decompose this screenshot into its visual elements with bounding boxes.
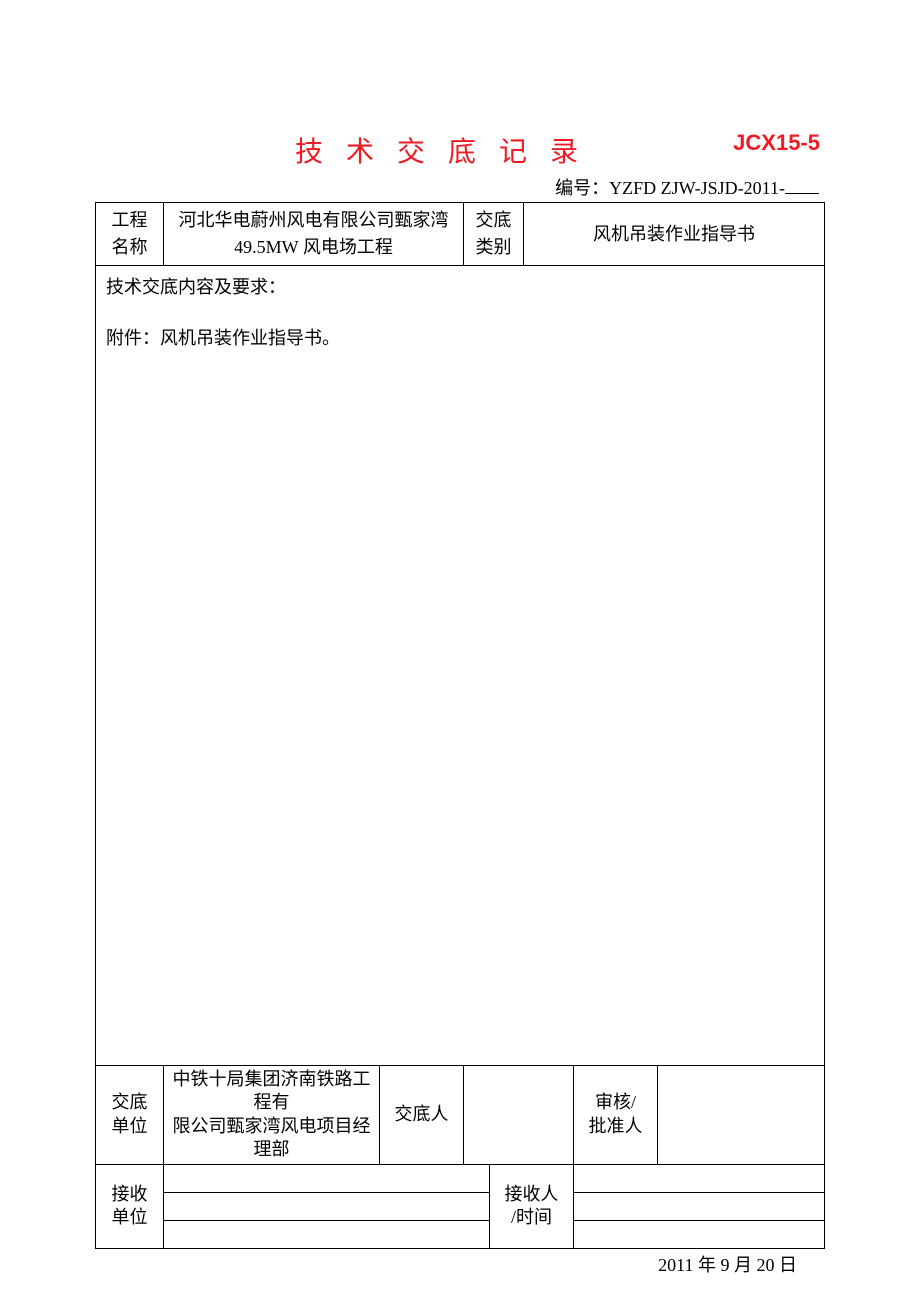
header-row: 技 术 交 底 记 录 JCX15-5 xyxy=(95,130,825,170)
deliver-unit-value-line1: 中铁十局集团济南铁路工程有 xyxy=(168,1068,375,1115)
approve-value xyxy=(658,1066,825,1164)
category-label-line1: 交底 xyxy=(470,207,517,234)
receive-person-label-line1: 接收人 xyxy=(494,1183,569,1206)
deliver-unit-value-line2: 限公司甄家湾风电项目经理部 xyxy=(168,1115,375,1162)
requirements-label: 技术交底内容及要求： xyxy=(106,274,814,301)
approve-label-line2: 批准人 xyxy=(578,1115,653,1138)
date-line: 2011 年 9 月 20 日 xyxy=(95,1251,825,1277)
receive-unit-value-1 xyxy=(164,1165,490,1193)
serial-blank xyxy=(785,176,819,194)
deliver-unit-label-line2: 单位 xyxy=(100,1115,159,1138)
content-body-cell: 技术交底内容及要求： 附件：风机吊装作业指导书。 xyxy=(96,266,825,1066)
approve-label: 审核/ 批准人 xyxy=(574,1066,658,1164)
receive-unit-label-line2: 单位 xyxy=(100,1206,159,1229)
deliver-unit-label-line1: 交底 xyxy=(100,1091,159,1114)
form-code: JCX15-5 xyxy=(733,130,820,156)
serial-number-row: 编号：YZFD ZJW-JSJD-2011- xyxy=(95,174,821,200)
receiver-table: 接收 单位 接收人 /时间 xyxy=(95,1165,825,1250)
receive-unit-label: 接收 单位 xyxy=(96,1165,164,1249)
category-label-line2: 类别 xyxy=(470,234,517,261)
project-name-value: 河北华电蔚州风电有限公司甄家湾 49.5MW 风电场工程 xyxy=(164,203,464,266)
receive-person-value-2 xyxy=(574,1193,825,1221)
deliver-person-value xyxy=(464,1066,574,1164)
receive-unit-label-line1: 接收 xyxy=(100,1183,159,1206)
project-name-label-line1: 工程 xyxy=(102,207,157,234)
receive-person-label: 接收人 /时间 xyxy=(490,1165,574,1249)
category-label: 交底 类别 xyxy=(464,203,524,266)
deliver-person-label: 交底人 xyxy=(380,1066,464,1164)
project-name-label-line2: 名称 xyxy=(102,234,157,261)
receive-unit-value-2 xyxy=(164,1193,490,1221)
receive-unit-value-3 xyxy=(164,1221,490,1249)
project-name-line2: 49.5MW 风电场工程 xyxy=(170,234,457,261)
project-name-label: 工程 名称 xyxy=(96,203,164,266)
receive-person-value-1 xyxy=(574,1165,825,1193)
header-info-row: 工程 名称 河北华电蔚州风电有限公司甄家湾 49.5MW 风电场工程 交底 类别… xyxy=(96,203,825,266)
receive-person-label-line2: /时间 xyxy=(494,1206,569,1229)
category-value: 风机吊装作业指导书 xyxy=(524,203,825,266)
approve-label-line1: 审核/ xyxy=(578,1091,653,1114)
main-table: 工程 名称 河北华电蔚州风电有限公司甄家湾 49.5MW 风电场工程 交底 类别… xyxy=(95,202,825,1066)
project-name-line1: 河北华电蔚州风电有限公司甄家湾 xyxy=(170,207,457,234)
document-title: 技 术 交 底 记 录 xyxy=(295,130,586,170)
receive-person-value-3 xyxy=(574,1221,825,1249)
serial-label: 编号： xyxy=(555,178,609,198)
attachment-line: 附件：风机吊装作业指导书。 xyxy=(106,325,814,352)
serial-value: YZFD ZJW-JSJD-2011- xyxy=(609,178,785,198)
deliver-unit-label: 交底 单位 xyxy=(96,1066,164,1164)
deliver-unit-value: 中铁十局集团济南铁路工程有 限公司甄家湾风电项目经理部 xyxy=(164,1066,380,1164)
footer-table: 交底 单位 中铁十局集团济南铁路工程有 限公司甄家湾风电项目经理部 交底人 审核… xyxy=(95,1066,825,1165)
deliver-row: 交底 单位 中铁十局集团济南铁路工程有 限公司甄家湾风电项目经理部 交底人 审核… xyxy=(96,1066,825,1164)
